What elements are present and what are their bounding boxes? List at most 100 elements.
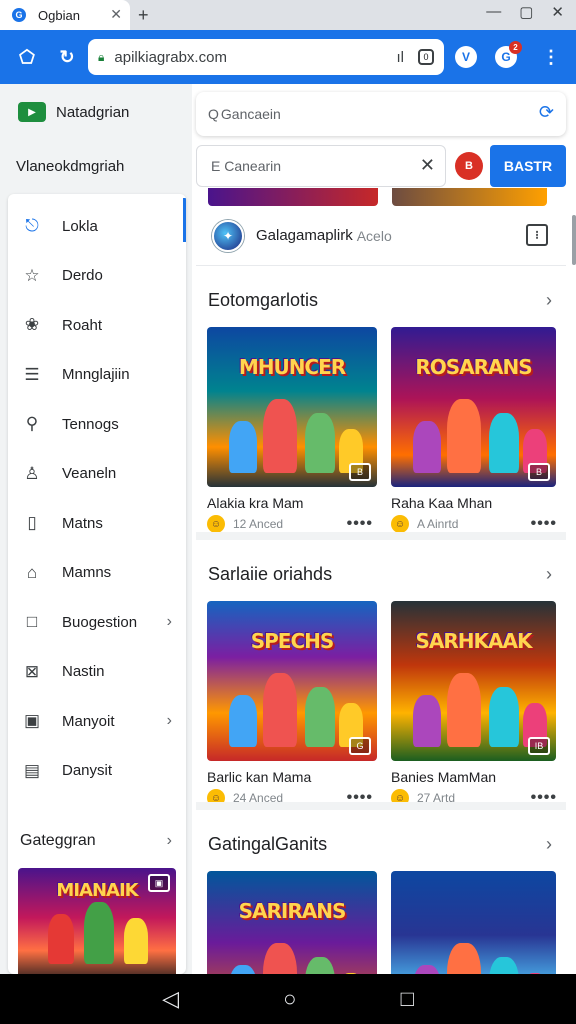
sync-icon[interactable]: ⟳ — [539, 102, 554, 123]
sidebar-item-label: Buogestion — [62, 613, 138, 631]
character-figure — [229, 421, 257, 473]
sidebar: ▶ Natadgrian Vlaneokdmgriah ⎋ Lokla ☆ Derdo… — [0, 84, 192, 974]
record-button[interactable]: B — [455, 152, 483, 180]
game-meta: ☺ 12 Anced •••• — [207, 515, 377, 533]
sidebar-item-label: Veaneln — [62, 465, 117, 482]
chevron-right-icon[interactable]: › — [167, 832, 172, 850]
chevron-right-icon[interactable]: › — [546, 564, 552, 585]
app-icon: ⎋ — [25, 216, 39, 235]
back-icon[interactable]: ⬠ — [14, 44, 40, 70]
square-icon: □ — [26, 612, 38, 631]
sidebar-item-tennogs[interactable]: ⚲ Tennogs — [8, 404, 186, 444]
window-controls: — ▢ ✕ — [486, 3, 564, 21]
game-thumbnail[interactable]: ROSARANS B — [391, 327, 556, 487]
app-name: Natadgrian — [56, 103, 130, 121]
thumbnail-art-title: MHUNCER — [238, 355, 346, 379]
chevron-right-icon[interactable]: › — [546, 290, 552, 311]
game-thumbnail[interactable]: SPECHS G — [207, 601, 377, 761]
section-title: GatingalGanits — [208, 834, 328, 854]
character-figure — [124, 918, 148, 964]
tab-close-icon[interactable]: ✕ — [110, 6, 122, 23]
selected-app-subtitle: Acelo — [356, 227, 392, 244]
search-input[interactable]: Q Gancaein ⟳ — [196, 92, 566, 136]
search-submit-button[interactable]: BASTR — [490, 145, 566, 187]
category-thumbnail[interactable]: MIANAIK ▣ — [18, 868, 176, 974]
card-type-icon: B — [528, 463, 550, 481]
thumbnail-art-title: SPECHS — [250, 629, 335, 653]
thumbnail-art-title: SARIRANS — [238, 899, 347, 923]
maximize-icon[interactable]: ▢ — [519, 3, 533, 21]
character-figure — [229, 695, 257, 747]
app-brand[interactable]: ▶ Natadgrian — [18, 102, 129, 122]
minimize-icon[interactable]: — — [486, 3, 501, 21]
browser-tab[interactable]: G Ogbian ✕ — [0, 0, 130, 30]
selected-app-row[interactable]: ✦ Galagamaplirk Acelo ⁝ — [196, 206, 566, 266]
new-tab-button[interactable]: + — [138, 5, 149, 26]
character-figure — [489, 413, 519, 473]
game-thumbnail[interactable]: SARHKAAK IB — [391, 601, 556, 761]
game-card[interactable]: ROSARANS B Raha Kaa Mhan ☺ A Ainrtd •••• — [391, 327, 561, 533]
game-card[interactable]: SPECHS G Barlic kan Mama ☺ 24 Anced •••• — [207, 601, 377, 807]
search-placeholder: Gancaein — [220, 106, 281, 122]
sidebar-item-derdo[interactable]: ☆ Derdo — [8, 256, 186, 296]
sidebar-item-matns[interactable]: ▯ Matns — [8, 503, 186, 543]
scrollbar[interactable] — [572, 215, 576, 265]
menu-kebab-icon[interactable]: ⋮ — [538, 44, 564, 70]
game-title: Barlic kan Mama — [207, 769, 312, 785]
sidebar-item-manyoit[interactable]: ▣ Manyoit › — [8, 701, 186, 741]
sidebar-item-label: Danysit — [62, 762, 113, 779]
address-action-icon[interactable]: ıl — [397, 49, 405, 66]
avatar: ✦ — [212, 219, 244, 252]
sidebar-item-buogestion[interactable]: □ Buogestion › — [8, 602, 186, 642]
sidebar-item-label: Mamns — [62, 564, 112, 581]
page-info-icon[interactable]: 0 — [418, 49, 434, 65]
secondary-search-input[interactable]: E Canearin ✕ — [196, 145, 446, 187]
sidebar-item-roaht[interactable]: ❀ Roaht — [8, 305, 186, 345]
refresh-icon[interactable]: ↻ — [54, 44, 80, 70]
smiley-icon: ☺ — [207, 515, 225, 533]
image-icon: ⊠ — [24, 661, 40, 681]
character-figure — [447, 673, 481, 747]
back-icon[interactable]: ◁ — [162, 986, 179, 1012]
character-figure — [305, 413, 335, 473]
tab-title: Ogbian — [38, 7, 80, 23]
chevron-right-icon[interactable]: › — [546, 834, 552, 855]
section-title: Sarlaiie oriahds — [208, 564, 333, 584]
thumbnail-art-title: SARHKAAK — [415, 629, 533, 653]
close-icon[interactable]: ✕ — [551, 3, 564, 21]
game-stat: A Ainrtd — [417, 517, 459, 531]
extension-icon[interactable]: V — [455, 46, 477, 68]
clear-icon[interactable]: ✕ — [420, 155, 435, 176]
game-card[interactable]: SARHKAAK IB Banies MamMan ☺ 27 Artd •••• — [391, 601, 561, 807]
smiley-icon: ☺ — [391, 515, 409, 533]
sidebar-item-veaneln[interactable]: ♙ Veaneln — [8, 454, 186, 494]
sidebar-item-danysit[interactable]: ▤ Danysit — [8, 751, 186, 791]
sidebar-item-mamns[interactable]: ⌂ Mamns — [8, 553, 186, 593]
sidebar-item-label: Tennogs — [62, 415, 119, 433]
more-options-icon[interactable]: •••• — [531, 515, 557, 533]
game-card[interactable]: MHUNCER B Alakia kra Mam ☺ 12 Anced •••• — [207, 327, 377, 533]
chevron-right-icon[interactable]: › — [167, 712, 172, 730]
game-thumbnail[interactable]: MHUNCER B — [207, 327, 377, 487]
address-bar[interactable]: 🔒︎ apilkiagrabx.com ıl 0 — [88, 39, 444, 75]
section-title: Eotomgarlotis — [208, 290, 319, 310]
profile-icon[interactable]: G2 — [495, 41, 522, 68]
sidebar-item-label: Lokla — [62, 217, 98, 235]
info-icon[interactable]: ⁝ — [526, 224, 548, 246]
sidebar-item-nastin[interactable]: ⊠ Nastin — [8, 652, 186, 692]
home-icon[interactable]: ○ — [283, 986, 296, 1012]
sidebar-item-label: Roaht — [62, 316, 103, 334]
section-divider — [196, 532, 566, 540]
star-icon: ☆ — [24, 265, 40, 285]
sidebar-item-mnnglajiin[interactable]: ☰ Mnnglajiin — [8, 355, 186, 395]
game-title: Alakia kra Mam — [207, 495, 304, 511]
person-icon: ♙ — [24, 463, 40, 483]
sidebar-item-label: Matns — [62, 514, 103, 532]
secondary-search-placeholder: E Canearin — [211, 158, 282, 174]
sidebar-item-label: Mnnglajiin — [62, 366, 130, 383]
recents-icon[interactable]: □ — [401, 986, 414, 1012]
sidebar-item-lokla[interactable]: ⎋ Lokla — [8, 206, 186, 246]
browser-toolbar: ⬠ ↻ 🔒︎ apilkiagrabx.com ıl 0 V G2 ⋮ — [0, 30, 576, 84]
chevron-right-icon[interactable]: › — [167, 613, 172, 631]
more-options-icon[interactable]: •••• — [347, 515, 373, 533]
